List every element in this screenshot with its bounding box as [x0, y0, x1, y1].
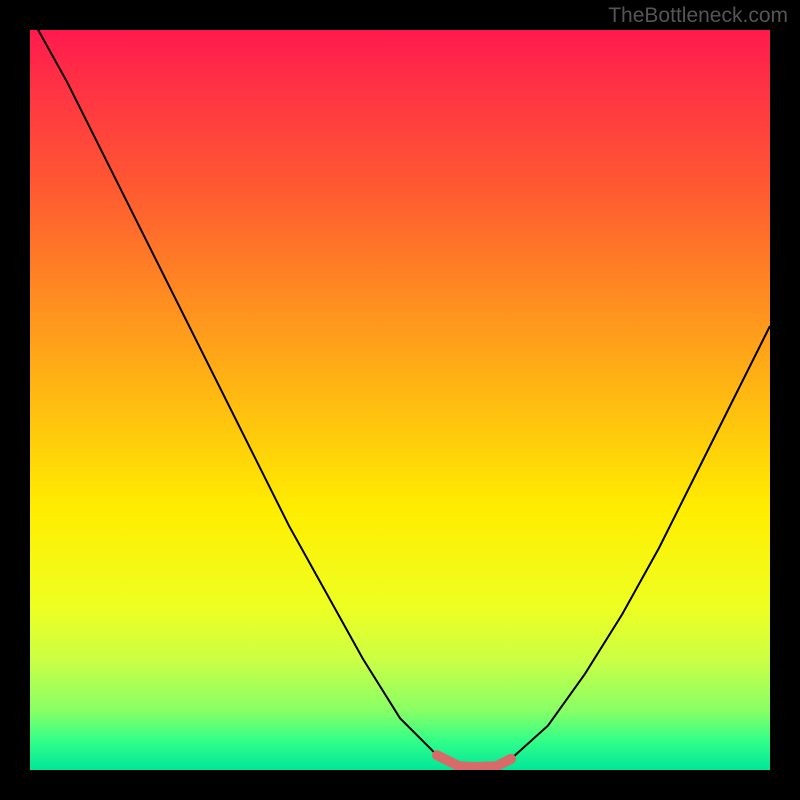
highlight-minimum-region [30, 30, 770, 770]
watermark-text: TheBottleneck.com [608, 4, 788, 28]
